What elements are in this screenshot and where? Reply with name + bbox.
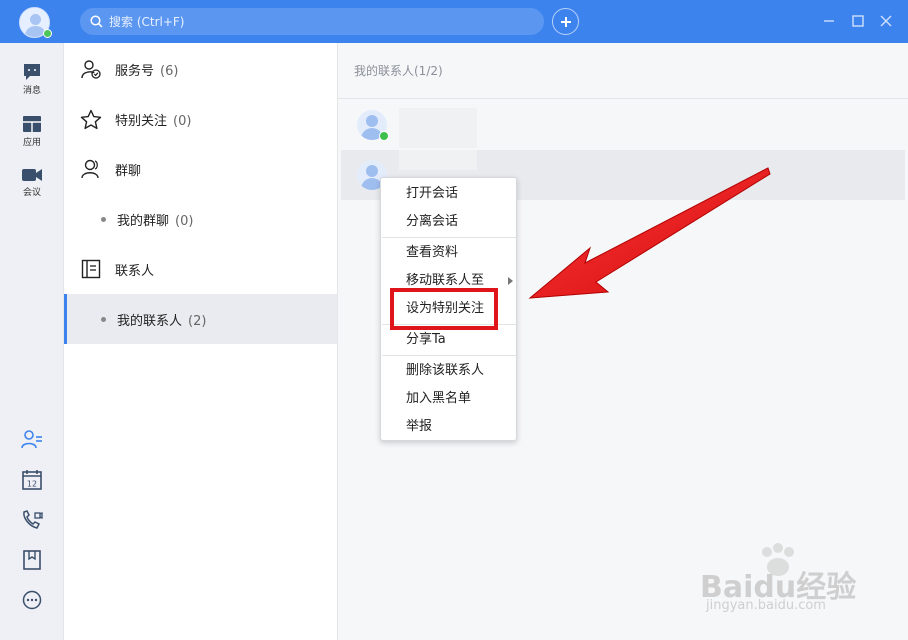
menu-report[interactable]: 举报 — [381, 413, 516, 441]
nav-meeting-label: 会议 — [22, 188, 41, 198]
phone-video-icon — [23, 510, 43, 529]
category-count: (0) — [173, 113, 192, 129]
category-count: (0) — [175, 213, 194, 229]
red-arrow-annotation — [528, 167, 771, 299]
watermark-url: jingyan.baidu.com — [706, 598, 826, 613]
contact-book-icon — [80, 258, 102, 280]
submenu-arrow-icon — [508, 277, 513, 285]
calendar-icon: 12 — [22, 469, 42, 490]
category-label: 我的联系人 — [117, 313, 183, 329]
more-icon — [22, 590, 42, 610]
nav-apps-label: 应用 — [22, 138, 41, 148]
menu-delete-contact[interactable]: 删除该联系人 — [381, 357, 516, 385]
add-button[interactable] — [552, 8, 579, 35]
contact-name-redacted — [399, 150, 477, 170]
category-label: 我的群聊 — [117, 213, 170, 229]
contact-row[interactable] — [341, 100, 905, 150]
service-account-icon — [80, 58, 102, 80]
close-icon — [880, 15, 892, 27]
contact-category-panel: 服务号 (6) 特别关注 (0) 群聊 我的群聊 (0) 联系人 我的联系人 (2) — [64, 43, 338, 640]
baidu-jingyan-watermark: Baidu经验 jingyan.baidu.com — [700, 540, 890, 620]
menu-view-profile[interactable]: 查看资料 — [381, 239, 516, 267]
highlight-box-annotation — [390, 288, 498, 330]
more-nav-button[interactable] — [21, 589, 43, 611]
menu-detach-chat[interactable]: 分离会话 — [381, 208, 516, 236]
apps-icon — [23, 116, 41, 132]
minimize-icon — [824, 20, 834, 22]
menu-move-contact-label: 移动联系人至 — [406, 273, 485, 288]
message-icon — [24, 64, 40, 80]
calendar-nav-button[interactable]: 12 — [21, 468, 43, 490]
left-nav: 消息 应用 会议 12 — [0, 43, 64, 640]
category-my-contacts[interactable]: 我的联系人 (2) — [64, 294, 337, 344]
online-status-dot — [379, 131, 389, 141]
contacts-nav-button[interactable] — [21, 428, 43, 450]
category-label: 群聊 — [115, 163, 142, 179]
menu-open-chat[interactable]: 打开会话 — [381, 180, 516, 208]
minimize-button[interactable] — [821, 13, 837, 29]
category-label: 联系人 — [115, 263, 155, 279]
nav-meeting[interactable]: 会议 — [0, 167, 64, 198]
title-bar: 搜索 (Ctrl+F) — [0, 0, 908, 43]
video-camera-icon — [22, 169, 42, 181]
contact-list-header: 我的联系人(1/2) — [338, 43, 908, 99]
category-label: 服务号 — [115, 63, 155, 79]
search-icon — [90, 15, 103, 28]
category-contacts[interactable]: 联系人 — [64, 244, 337, 294]
menu-add-blacklist[interactable]: 加入黑名单 — [381, 385, 516, 413]
category-label: 特别关注 — [115, 113, 168, 129]
category-count: (2) — [188, 313, 207, 329]
menu-separator — [382, 355, 516, 356]
category-count: (6) — [160, 63, 179, 79]
nav-messages[interactable]: 消息 — [0, 63, 64, 96]
search-placeholder: 搜索 (Ctrl+F) — [109, 15, 185, 29]
bookmarks-nav-button[interactable] — [21, 549, 43, 571]
svg-text:12: 12 — [27, 479, 37, 488]
online-status-dot — [43, 29, 52, 38]
menu-separator — [382, 237, 516, 238]
category-my-groups[interactable]: 我的群聊 (0) — [64, 194, 337, 244]
star-icon — [80, 108, 102, 130]
group-icon — [80, 158, 102, 180]
plus-icon — [560, 16, 571, 27]
category-group-chats[interactable]: 群聊 — [64, 144, 337, 194]
category-special-follow[interactable]: 特别关注 (0) — [64, 94, 337, 144]
contact-name-redacted — [399, 108, 477, 148]
close-button[interactable] — [878, 13, 894, 29]
bookmark-icon — [23, 550, 41, 570]
bullet — [101, 217, 106, 222]
menu-share[interactable]: 分享Ta — [381, 326, 516, 354]
maximize-icon — [852, 15, 864, 27]
nav-messages-label: 消息 — [22, 86, 41, 96]
nav-apps[interactable]: 应用 — [0, 115, 64, 148]
category-service-accounts[interactable]: 服务号 (6) — [64, 44, 337, 94]
bullet — [101, 317, 106, 322]
calls-nav-button[interactable] — [21, 509, 43, 531]
contacts-icon — [21, 430, 42, 449]
maximize-button[interactable] — [850, 13, 866, 29]
search-input[interactable]: 搜索 (Ctrl+F) — [80, 8, 544, 35]
